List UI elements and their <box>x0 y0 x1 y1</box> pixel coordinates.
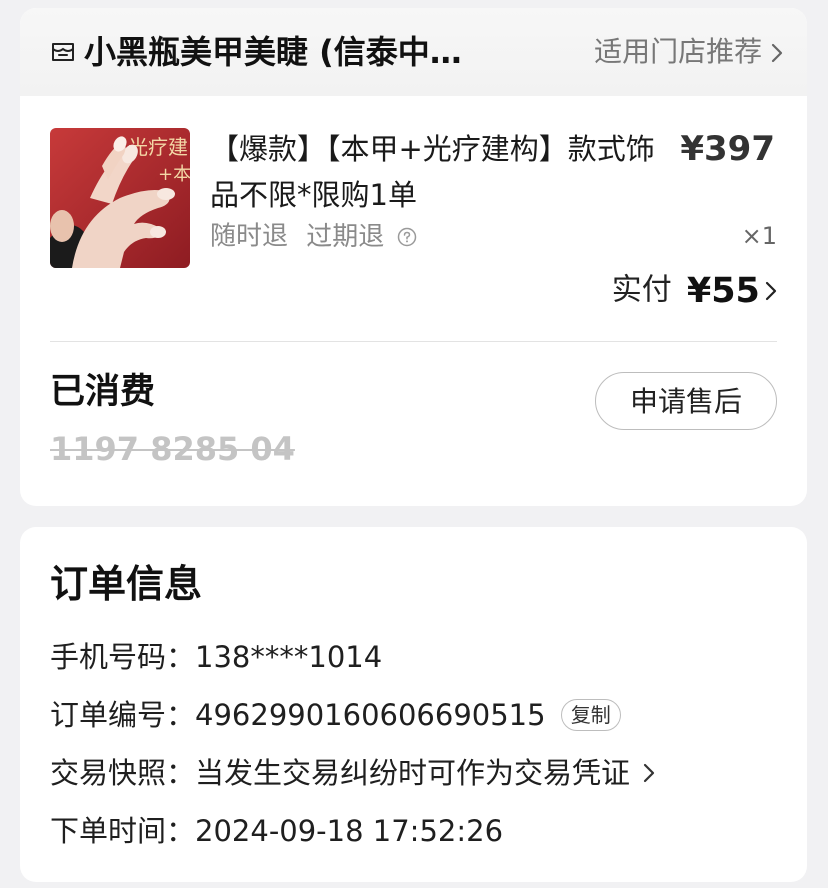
copy-button[interactable]: 复制 <box>560 699 621 731</box>
svg-text:+本: +本 <box>158 164 190 185</box>
store-icon <box>52 43 74 61</box>
nail-product-image: 光疗建 +本 <box>50 128 190 268</box>
order-time-row: 下单时间：2024-09-18 17:52:26 <box>50 809 503 851</box>
phone-label: 手机号码： <box>50 640 196 674</box>
paid-label: 实付 <box>611 272 672 308</box>
chevron-right-icon <box>765 281 777 300</box>
order-time-label: 下单时间： <box>50 814 196 848</box>
order-card: 小黑瓶美甲美睫 (信泰中… 适用门店推荐 光疗建 +本 【爆款】【本甲+光疗建构… <box>20 8 807 506</box>
after-sale-button[interactable]: 申请售后 <box>595 372 777 430</box>
paid-amount: ¥55 <box>686 270 760 311</box>
product-thumbnail[interactable]: 光疗建 +本 <box>50 128 190 268</box>
snapshot-row[interactable]: 交易快照：当发生交易纠纷时可作为交易凭证 <box>50 751 655 793</box>
snapshot-label: 交易快照： <box>50 756 196 790</box>
refund-tags: 随时退 过期退 <box>210 218 417 255</box>
chevron-right-icon <box>771 43 783 63</box>
refund-tag-expired: 过期退 <box>306 221 385 252</box>
order-time-value: 2024-09-18 17:52:26 <box>195 814 504 848</box>
snapshot-value: 当发生交易纠纷时可作为交易凭证 <box>195 756 631 790</box>
order-info-card: 订单信息 手机号码：138****1014 订单编号：4962990160606… <box>20 527 807 882</box>
paid-total[interactable]: 实付 ¥55 <box>612 270 777 311</box>
product-price: ¥397 <box>680 129 775 169</box>
phone-value: 138****1014 <box>195 640 383 674</box>
store-recommend-label: 适用门店推荐 <box>594 35 763 68</box>
voucher-code: 1197 8285 04 <box>50 430 295 468</box>
store-name[interactable]: 小黑瓶美甲美睫 (信泰中… <box>84 32 462 72</box>
refund-tag-anytime: 随时退 <box>210 221 289 252</box>
phone-row: 手机号码：138****1014 <box>50 635 382 677</box>
store-recommend-link[interactable]: 适用门店推荐 <box>594 34 783 70</box>
order-number-row: 订单编号：4962990160606690515 复制 <box>50 693 621 735</box>
order-number-value: 4962990160606690515 <box>195 698 546 732</box>
store-header[interactable]: 小黑瓶美甲美睫 (信泰中… 适用门店推荐 <box>20 8 807 96</box>
product-title[interactable]: 【爆款】【本甲+光疗建构】款式饰品不限*限购1单 <box>210 126 670 218</box>
order-number-label: 订单编号： <box>50 698 196 732</box>
chevron-right-icon <box>644 763 655 783</box>
order-info-title: 订单信息 <box>50 562 203 606</box>
divider <box>50 341 777 342</box>
order-status: 已消费 <box>50 372 156 412</box>
help-circle-icon[interactable] <box>397 227 417 247</box>
product-quantity: ×1 <box>741 222 777 250</box>
